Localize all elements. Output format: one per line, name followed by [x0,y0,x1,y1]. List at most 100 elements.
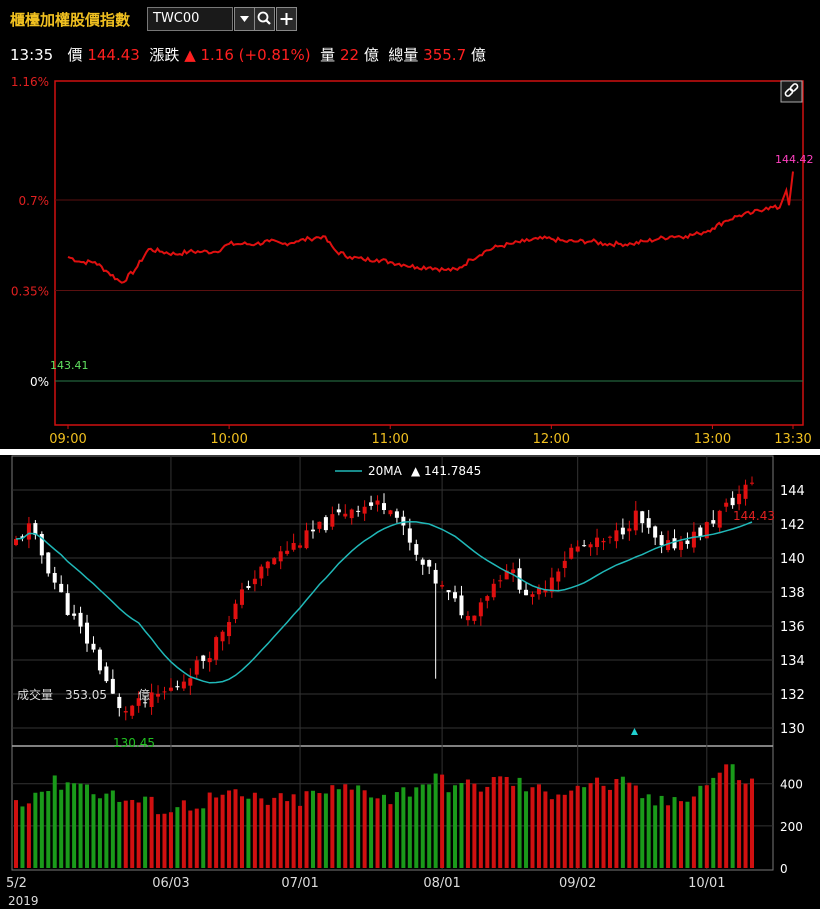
volume-bar [401,787,406,868]
candle-body [569,547,574,559]
link-button[interactable] [780,80,803,103]
total-volume-label: 總量 [388,46,419,64]
candles [13,476,755,721]
intraday-x-axis: 09:00 10:00 11:00 12:00 13:00 13:30 [49,425,812,447]
volume-bar [39,791,44,868]
volume-bar [627,782,632,868]
volume-bar [717,772,722,868]
volume-bars [13,764,755,868]
price-y-tick-label: 144 [780,484,805,499]
volume-bar [323,793,328,868]
volume-bar [85,784,90,868]
candle-body [46,552,51,574]
candle-body [575,546,580,552]
volume-bar [504,776,509,868]
candle-body [85,622,90,644]
candle-body [472,615,477,621]
candle-body [168,687,173,691]
intraday-y-tick-label: 1.16% [11,75,49,89]
candle-body [336,509,341,513]
symbol-input[interactable]: TWC00 [147,7,233,31]
volume-bar [582,787,587,868]
candle-body [511,569,516,574]
candle-body [530,594,535,597]
volume-bar [330,785,335,868]
volume-bar [672,797,677,868]
intraday-x-tick-label: 13:30 [774,432,811,447]
volume-bar [59,789,64,868]
volume-bar [666,805,671,868]
volume-bar [278,793,283,868]
candle-body [149,692,154,708]
volume-bar [472,783,477,868]
volume-bar [117,801,122,868]
volume-bar [595,777,600,868]
candle-body [97,649,102,671]
volume-bar [749,778,755,868]
intraday-y-tick-label: 0.35% [11,285,49,299]
price-label: 價 [67,46,83,64]
date-x-tick-label: 10/01 [688,876,725,891]
candle-body [401,516,406,526]
price-y-tick-label: 140 [780,552,805,567]
volume-bar [227,790,232,868]
intraday-y-tick-label: 0% [30,375,49,389]
volume-bar [130,799,135,868]
candle-body [252,578,257,585]
volume-bar [530,787,535,868]
candle-body [465,615,470,621]
candle-body [239,589,244,605]
add-button[interactable] [276,7,297,31]
plus-icon [280,13,293,25]
volume-unit: 億 [363,46,379,64]
volume-bar [737,780,742,868]
candle-body [220,631,225,642]
volume-bar [549,799,554,868]
candle-body [562,560,567,569]
candle-body [298,545,303,548]
volume-bar [65,782,70,868]
candle-body [582,545,587,547]
price-y-axis: 144 142 140 138 136 134 132 130 [780,484,805,737]
year-label: 2019 [8,894,39,908]
candle-body [407,528,412,543]
candle-body [214,637,219,660]
volume-bar [156,814,161,868]
volume-bar [394,792,399,868]
candle-body [620,527,625,535]
volume-bar [517,777,522,868]
candle-body [698,527,703,537]
candle-body [672,538,677,549]
last-price-label: 144.42 [775,153,814,166]
search-button[interactable] [254,7,275,31]
candle-body [59,583,64,593]
symbol-dropdown-button[interactable] [234,7,255,31]
candle-body [188,678,193,686]
volume-overlay-unit: 億 [138,688,150,702]
candle-body [627,528,632,532]
volume-bar [414,787,419,868]
intraday-grid [55,199,803,382]
candle-body [717,510,722,528]
date-x-tick-label: 5/2 [6,876,27,891]
volume-bar [536,784,541,868]
candle-body [175,686,180,688]
candle-body [420,559,425,565]
volume-bar [381,794,387,868]
intraday-x-tick-label: 12:00 [533,432,570,447]
candle-body [491,583,496,598]
intraday-x-tick-label: 10:00 [210,432,247,447]
volume-bar [26,803,31,868]
reference-price-label: 143.41 [50,359,89,372]
volume-bar [220,794,225,868]
candle-body [659,535,664,546]
volume-bar [498,776,503,868]
ma-legend: 20MA ▲ 141.7845 [335,464,481,478]
low-price-label: 130.45 [113,736,155,750]
candle-body [646,518,651,528]
volume-bar [285,801,290,868]
volume-y-tick-label: 400 [780,778,803,792]
candle-body [130,705,135,716]
candle-body [117,696,122,709]
candle-body [123,711,128,713]
